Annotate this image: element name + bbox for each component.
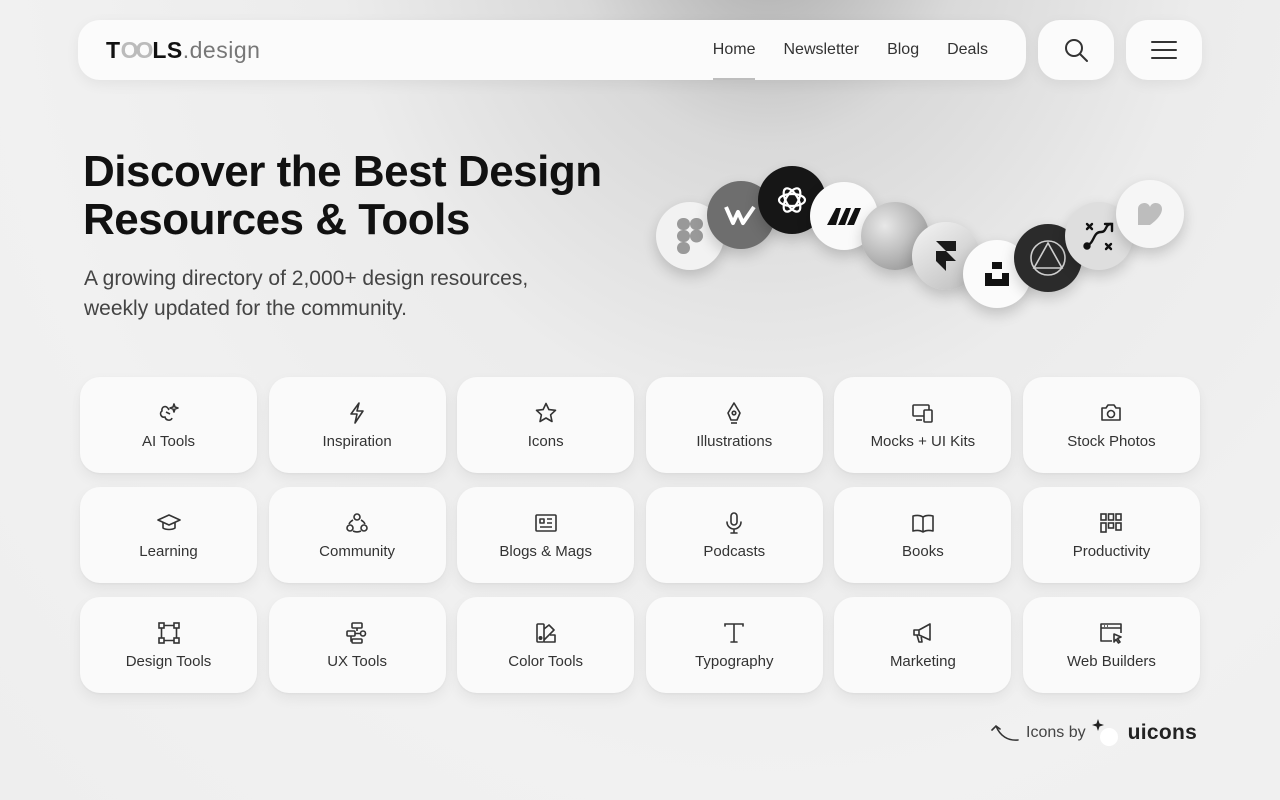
category-community[interactable]: Community [268, 487, 446, 583]
search-button[interactable] [1038, 20, 1114, 80]
hero-title-line1: Discover the Best Design [83, 147, 602, 196]
flowchart-icon [345, 621, 369, 645]
category-label: Icons [527, 432, 564, 450]
category-design-tools[interactable]: Design Tools [80, 597, 257, 693]
grid-blocks-icon [1099, 511, 1123, 535]
category-label: Color Tools [508, 652, 584, 670]
category-blogs-mags[interactable]: Blogs & Mags [457, 487, 635, 583]
main-nav: Home Newsletter Blog Deals [712, 20, 988, 80]
bolt-icon [345, 401, 369, 425]
category-ai-tools[interactable]: AI Tools [80, 377, 257, 473]
ai-sparkle-icon [157, 401, 181, 425]
category-books[interactable]: Books [834, 487, 1012, 583]
tool-logo-cloud [650, 160, 1210, 320]
category-inspiration[interactable]: Inspiration [268, 377, 446, 473]
category-label: Productivity [1072, 542, 1151, 560]
credit-brand: uicons [1127, 721, 1198, 744]
category-podcasts[interactable]: Podcasts [645, 487, 823, 583]
category-icons[interactable]: Icons [457, 377, 635, 473]
category-label: Typography [695, 652, 774, 670]
swatch-icon [534, 621, 558, 645]
site-logo[interactable]: T OO LS .design [106, 37, 260, 64]
category-illustrations[interactable]: Illustrations [645, 377, 823, 473]
category-label: Stock Photos [1067, 432, 1156, 450]
category-learning[interactable]: Learning [80, 487, 257, 583]
hero-subtitle-line1: A growing directory of 2,000+ design res… [84, 267, 529, 290]
category-label: Mocks + UI Kits [870, 432, 976, 450]
category-ux-tools[interactable]: UX Tools [268, 597, 446, 693]
graduation-cap-icon [156, 511, 181, 535]
pen-nib-icon [722, 401, 746, 425]
category-typography[interactable]: Typography [645, 597, 823, 693]
category-label: Illustrations [696, 432, 773, 450]
category-label: Inspiration [322, 432, 392, 450]
hamburger-menu-icon [1151, 41, 1177, 59]
search-icon [1065, 39, 1088, 62]
category-label: UX Tools [327, 652, 387, 670]
camera-icon [1099, 401, 1123, 425]
top-navbar: T OO LS .design Home Newsletter Blog Dea… [78, 20, 1026, 80]
credit-prefix: Icons by [1026, 724, 1086, 741]
book-icon [911, 511, 935, 535]
icons-credit[interactable]: Icons by uicons [990, 718, 1197, 748]
community-icon [345, 511, 369, 535]
category-label: Learning [139, 542, 198, 560]
category-stock-photos[interactable]: Stock Photos [1022, 377, 1200, 473]
nav-deals[interactable]: Deals [947, 20, 988, 80]
category-label: Community [319, 542, 396, 560]
category-web-builders[interactable]: Web Builders [1022, 597, 1200, 693]
star-icon [534, 401, 558, 425]
nav-blog[interactable]: Blog [887, 20, 919, 80]
category-grid: AI Tools Inspiration Icons Illustrations… [80, 377, 1200, 693]
hero-title-line2: Resources & Tools [83, 195, 470, 244]
newspaper-icon [534, 511, 558, 535]
nav-newsletter[interactable]: Newsletter [783, 20, 859, 80]
heart-logo-icon [1116, 180, 1184, 248]
logo-suffix: .design [182, 37, 261, 63]
category-color-tools[interactable]: Color Tools [457, 597, 635, 693]
type-icon [722, 621, 746, 645]
browser-cursor-icon [1099, 621, 1123, 645]
microphone-icon [722, 511, 746, 535]
category-label: Marketing [889, 652, 956, 670]
hero-subtitle-line2: weekly updated for the community. [84, 297, 407, 320]
devices-icon [911, 401, 935, 425]
megaphone-icon [911, 621, 935, 645]
hero-subtitle: A growing directory of 2,000+ design res… [84, 264, 644, 324]
logo-text-oo: OO [120, 37, 154, 63]
category-label: Books [902, 542, 944, 560]
uicons-logo-icon [1091, 719, 1118, 746]
nav-home[interactable]: Home [712, 20, 755, 80]
category-label: AI Tools [141, 432, 196, 450]
hero-title: Discover the Best Design Resources & Too… [83, 148, 683, 244]
category-label: Podcasts [703, 542, 766, 560]
category-productivity[interactable]: Productivity [1022, 487, 1200, 583]
logo-text-ls: LS [152, 37, 183, 63]
category-marketing[interactable]: Marketing [834, 597, 1012, 693]
vector-frame-icon [157, 621, 181, 645]
curved-arrow-icon [991, 724, 1019, 741]
logo-text-t: T [106, 37, 121, 63]
category-label: Blogs & Mags [499, 542, 592, 560]
menu-button[interactable] [1126, 20, 1202, 80]
category-label: Design Tools [125, 652, 212, 670]
category-label: Web Builders [1067, 652, 1156, 670]
category-mocks-ui-kits[interactable]: Mocks + UI Kits [834, 377, 1012, 473]
